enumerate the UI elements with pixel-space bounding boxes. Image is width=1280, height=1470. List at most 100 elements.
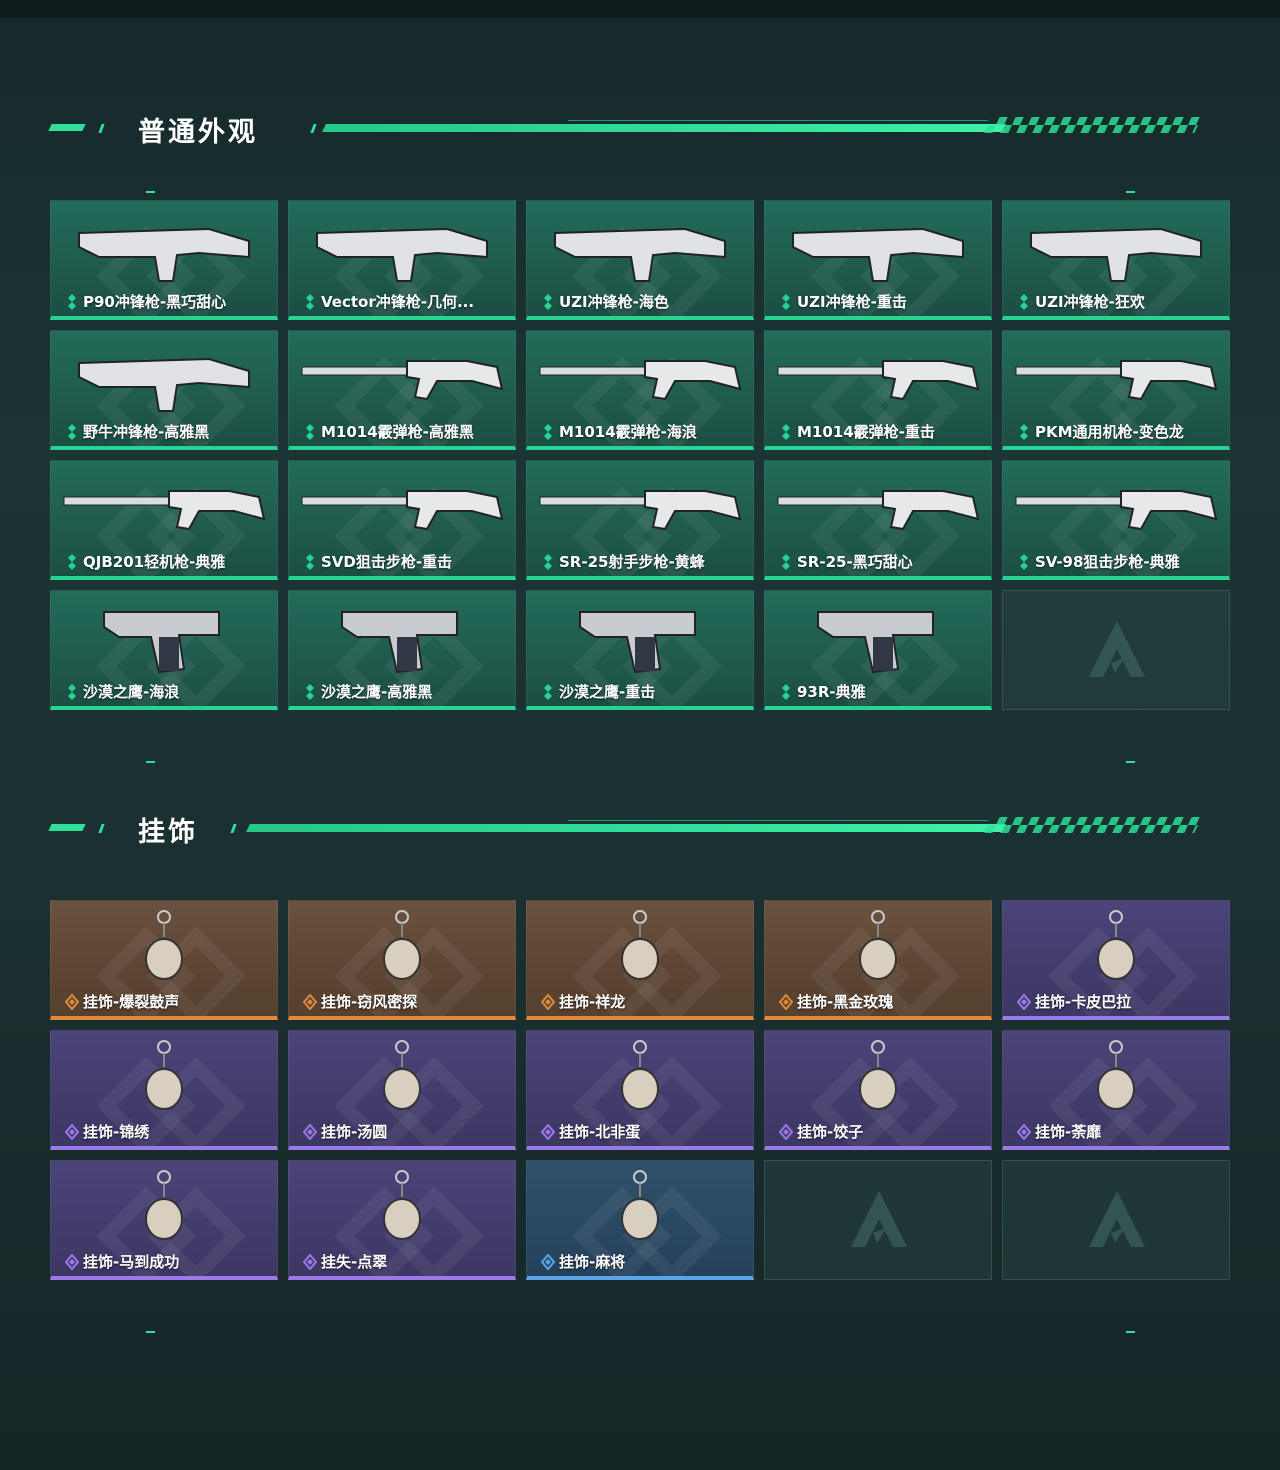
rarity-icon [68, 424, 76, 440]
charm-items-grid: 挂饰-爆裂鼓声 挂饰-窃风密探 挂饰-祥龙 挂饰-黑金玫瑰 挂饰-卡皮巴拉 挂饰-锦绣 挂饰… [50, 900, 1230, 1280]
item-tile[interactable]: 沙漠之鹰-高雅黑 [288, 590, 516, 710]
item-tile[interactable]: M1014霰弹枪-高雅黑 [288, 330, 516, 450]
rarity-icon [782, 684, 790, 700]
section-header-charms: 挂饰 [48, 812, 1202, 848]
item-tile[interactable]: 挂饰-黑金玫瑰 [764, 900, 992, 1020]
smg-uzi-icon [554, 227, 726, 282]
item-label: SR-25-黑巧甜心 [797, 553, 913, 571]
item-tile[interactable]: SR-25-黑巧甜心 [764, 460, 992, 580]
rarity-icon [65, 1254, 79, 1270]
item-tile[interactable]: Vector冲锋枪-几何... [288, 200, 516, 320]
item-label: SVD狙击步枪-重击 [321, 553, 453, 571]
corner-tick [1126, 191, 1135, 193]
placeholder-logo-icon [1089, 621, 1145, 677]
item-image [527, 597, 753, 677]
item-image [51, 207, 277, 287]
item-tile[interactable]: SR-25射手步枪-黄蜂 [526, 460, 754, 580]
rarity-icon [1020, 294, 1028, 310]
item-tile[interactable]: 挂饰-窃风密探 [288, 900, 516, 1020]
rarity-icon [779, 994, 793, 1010]
rarity-icon [541, 1124, 555, 1140]
charm-icon [621, 1040, 659, 1110]
item-image [765, 207, 991, 287]
top-stripe [0, 0, 1280, 18]
item-tile[interactable]: P90冲锋枪-黑巧甜心 [50, 200, 278, 320]
charm-icon [145, 1040, 183, 1110]
item-tile[interactable]: 挂饰-卡皮巴拉 [1002, 900, 1230, 1020]
item-image [289, 1037, 515, 1117]
item-tile[interactable]: 沙漠之鹰-重击 [526, 590, 754, 710]
item-tile[interactable]: 挂饰-锦绣 [50, 1030, 278, 1150]
item-label: P90冲锋枪-黑巧甜心 [83, 293, 227, 311]
rarity-icon [544, 294, 552, 310]
item-tile[interactable]: UZI冲锋枪-重击 [764, 200, 992, 320]
item-label: 挂失-点翠 [321, 1253, 388, 1271]
item-image [1003, 907, 1229, 987]
charm-icon [859, 910, 897, 980]
rarity-icon [1017, 1124, 1031, 1140]
item-image [765, 467, 991, 547]
item-image [527, 467, 753, 547]
placeholder-logo-icon [1089, 1191, 1145, 1247]
header-line [322, 124, 1006, 132]
item-label: 挂饰-麻将 [559, 1253, 626, 1271]
smg-bizon-icon [78, 357, 250, 412]
item-tile[interactable]: 挂饰-荼靡 [1002, 1030, 1230, 1150]
header-accent-tick [310, 124, 317, 133]
item-tile[interactable]: 挂失-点翠 [288, 1160, 516, 1280]
corner-tick [1126, 761, 1135, 763]
normal-items-grid: P90冲锋枪-黑巧甜心 Vector冲锋枪-几何... UZI冲锋枪-海色 UZI冲锋… [50, 200, 1230, 710]
item-label: 挂饰-黑金玫瑰 [797, 993, 894, 1011]
section-title: 普通外观 [138, 117, 258, 148]
item-label: 挂饰-马到成功 [83, 1253, 180, 1271]
item-image [765, 1037, 991, 1117]
item-label: PKM通用机枪-变色龙 [1035, 423, 1184, 441]
item-tile[interactable]: 野牛冲锋枪-高雅黑 [50, 330, 278, 450]
item-tile[interactable]: 挂饰-北非蛋 [526, 1030, 754, 1150]
item-tile[interactable]: 挂饰-马到成功 [50, 1160, 278, 1280]
pistol-icon [341, 611, 458, 674]
placeholder-logo-icon [851, 1191, 907, 1247]
item-tile[interactable]: UZI冲锋枪-海色 [526, 200, 754, 320]
item-tile[interactable]: 挂饰-爆裂鼓声 [50, 900, 278, 1020]
item-tile[interactable]: 挂饰-饺子 [764, 1030, 992, 1150]
item-tile[interactable]: 挂饰-祥龙 [526, 900, 754, 1020]
charm-icon [859, 1040, 897, 1110]
rarity-icon [1017, 994, 1031, 1010]
item-tile[interactable]: SV-98狙击步枪-典雅 [1002, 460, 1230, 580]
lmg-icon [63, 490, 266, 531]
item-tile[interactable]: M1014霰弹枪-海浪 [526, 330, 754, 450]
item-tile[interactable]: M1014霰弹枪-重击 [764, 330, 992, 450]
item-image [289, 907, 515, 987]
item-image [51, 337, 277, 417]
item-tile[interactable]: SVD狙击步枪-重击 [288, 460, 516, 580]
shotgun-icon [301, 360, 504, 401]
empty-slot [764, 1160, 992, 1280]
item-tile[interactable]: QJB201轻机枪-典雅 [50, 460, 278, 580]
charm-icon [1097, 910, 1135, 980]
item-image [51, 1037, 277, 1117]
item-image [527, 907, 753, 987]
rarity-icon [306, 554, 314, 570]
rarity-icon [303, 1124, 317, 1140]
header-thin-line [568, 820, 988, 821]
item-tile[interactable]: 93R-典雅 [764, 590, 992, 710]
rarity-icon [544, 684, 552, 700]
item-tile[interactable]: PKM通用机枪-变色龙 [1002, 330, 1230, 450]
corner-tick [1126, 1331, 1135, 1333]
lmg-icon [1015, 360, 1218, 401]
smg-p90-icon [78, 227, 250, 282]
item-tile[interactable]: 挂饰-汤圆 [288, 1030, 516, 1150]
item-tile[interactable]: 挂饰-麻将 [526, 1160, 754, 1280]
item-label: 野牛冲锋枪-高雅黑 [83, 423, 210, 441]
item-tile[interactable]: 沙漠之鹰-海浪 [50, 590, 278, 710]
item-label: UZI冲锋枪-重击 [797, 293, 907, 311]
item-tile[interactable]: UZI冲锋枪-狂欢 [1002, 200, 1230, 320]
item-label: 挂饰-窃风密探 [321, 993, 418, 1011]
item-label: UZI冲锋枪-海色 [559, 293, 669, 311]
rarity-icon [782, 554, 790, 570]
item-label: 沙漠之鹰-高雅黑 [321, 683, 433, 701]
item-label: 挂饰-卡皮巴拉 [1035, 993, 1132, 1011]
rarity-icon [306, 424, 314, 440]
rarity-icon [544, 554, 552, 570]
